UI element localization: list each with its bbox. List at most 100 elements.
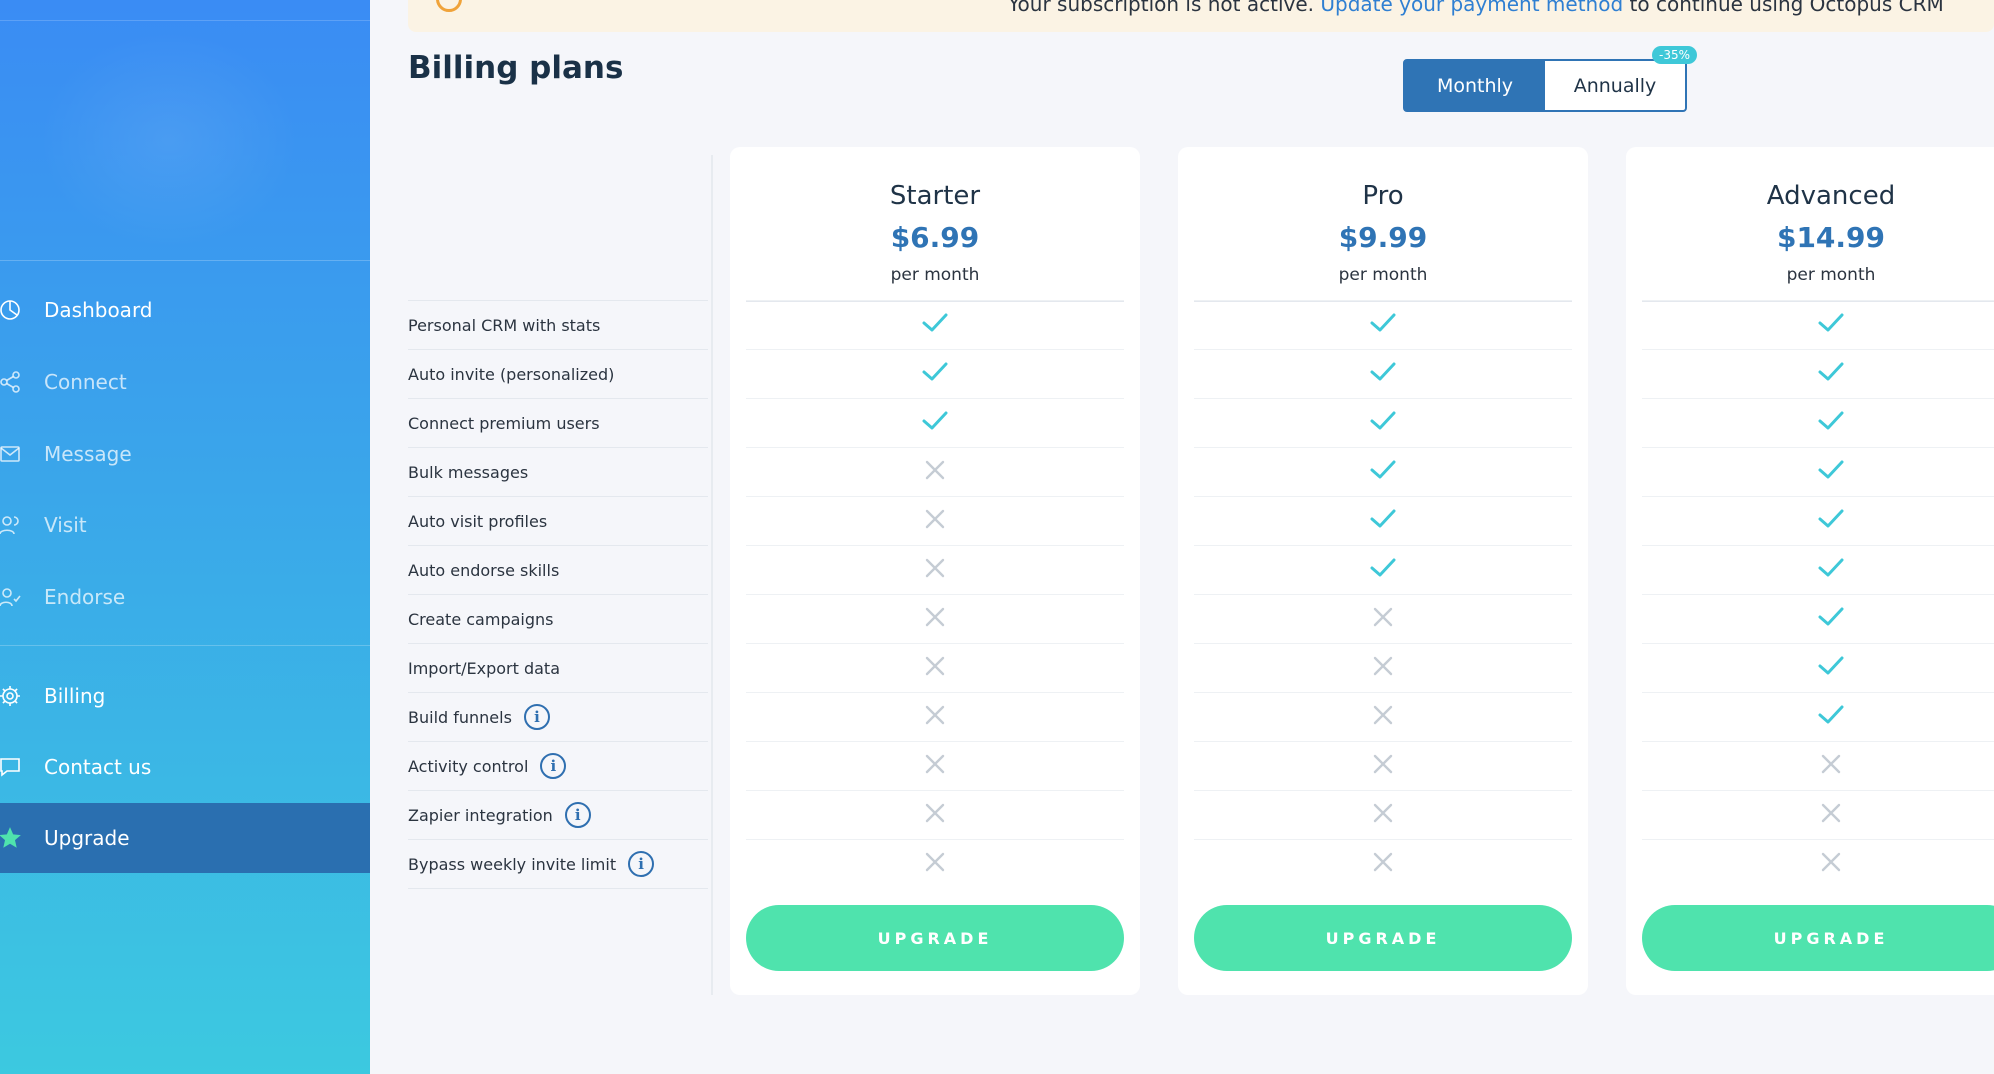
upgrade-button[interactable]: UPGRADE: [1194, 905, 1572, 971]
plan-period: per month: [890, 265, 980, 285]
cross-icon: [924, 753, 946, 779]
pie-chart-icon: [0, 296, 24, 324]
plan-name: Pro: [1362, 181, 1404, 211]
sidebar-item-label: Connect: [44, 370, 127, 394]
cross-icon: [924, 655, 946, 681]
feature-cell: [1194, 447, 1572, 496]
upgrade-button[interactable]: UPGRADE: [1642, 905, 1994, 971]
feature-row: Auto invite (personalized): [408, 349, 708, 398]
feature-label: Personal CRM with stats: [408, 315, 601, 335]
sidebar-item-billing[interactable]: Billing: [0, 661, 370, 731]
plan-period: per month: [1338, 265, 1428, 285]
plan-price: $14.99: [1776, 221, 1886, 254]
cross-icon: [924, 606, 946, 632]
cross-icon: [1372, 802, 1394, 828]
plan-name: Advanced: [1766, 181, 1896, 211]
plan-name: Starter: [889, 181, 981, 211]
check-icon: [1817, 557, 1845, 583]
feature-cell: [1194, 790, 1572, 839]
monthly-option[interactable]: Monthly: [1405, 61, 1545, 110]
check-icon: [1817, 704, 1845, 730]
cross-icon: [1372, 606, 1394, 632]
info-icon[interactable]: i: [523, 704, 550, 730]
feature-cell: [1642, 545, 1994, 594]
sidebar-item-label: Message: [44, 442, 132, 466]
gear-icon: [0, 682, 24, 710]
cross-icon: [1372, 704, 1394, 730]
feature-cell: [1642, 447, 1994, 496]
cross-icon: [1372, 655, 1394, 681]
feature-cell: [1642, 643, 1994, 692]
cross-icon: [924, 557, 946, 583]
check-icon: [1369, 312, 1397, 338]
check-icon: [1369, 361, 1397, 387]
feature-cell: [1642, 741, 1994, 790]
feature-cell: [1194, 594, 1572, 643]
info-icon[interactable]: i: [540, 753, 567, 779]
check-icon: [1369, 410, 1397, 436]
plan-card-pro: Pro $9.99 per month UPGRADE: [1178, 147, 1588, 995]
warning-icon: [436, 0, 462, 12]
sidebar-item-visit[interactable]: Visit: [0, 490, 370, 560]
feature-cell: [1194, 496, 1572, 545]
plan-card-starter: Starter $6.99 per month UPGRADE: [730, 147, 1140, 995]
check-icon: [1369, 508, 1397, 534]
feature-label: Import/Export data: [408, 658, 560, 678]
feature-label: Auto endorse skills: [408, 560, 560, 580]
upgrade-button[interactable]: UPGRADE: [746, 905, 1124, 971]
cross-icon: [924, 459, 946, 485]
feature-row: Build funnels i: [408, 692, 708, 741]
feature-label: Zapier integration: [408, 805, 553, 825]
banner-text-after: to continue using Octopus CRM: [1629, 0, 1944, 16]
sidebar-item-label: Visit: [44, 513, 87, 537]
sidebar-item-endorse[interactable]: Endorse: [0, 562, 370, 632]
check-icon: [1817, 312, 1845, 338]
feature-cell: [1642, 692, 1994, 741]
discount-badge: -35%: [1652, 46, 1698, 64]
sidebar-item-upgrade[interactable]: Upgrade: [0, 803, 370, 873]
feature-cell: [746, 643, 1124, 692]
cross-icon: [1820, 851, 1842, 877]
envelope-icon: [0, 440, 24, 468]
plan-price: $9.99: [1338, 221, 1428, 254]
cross-icon: [1372, 851, 1394, 877]
annually-option[interactable]: Annually: [1545, 61, 1685, 110]
check-icon: [921, 361, 949, 387]
check-icon: [1817, 508, 1845, 534]
sidebar-item-contact-us[interactable]: Contact us: [0, 732, 370, 802]
feature-label: Connect premium users: [408, 413, 600, 433]
plan-price: $6.99: [890, 221, 980, 254]
banner-text: Your subscription is not active.: [1008, 0, 1314, 16]
cross-icon: [1820, 753, 1842, 779]
feature-cell: [746, 349, 1124, 398]
sidebar-item-label: Contact us: [44, 755, 152, 779]
cross-icon: [924, 508, 946, 534]
info-icon[interactable]: i: [628, 851, 655, 877]
sidebar-item-dashboard[interactable]: Dashboard: [0, 275, 370, 345]
feature-cell: [1642, 594, 1994, 643]
update-payment-link[interactable]: Update your payment method: [1320, 0, 1623, 16]
feature-cell: [1194, 692, 1572, 741]
check-icon: [921, 312, 949, 338]
check-icon: [1369, 557, 1397, 583]
sidebar-item-label: Upgrade: [44, 826, 130, 850]
sidebar-item-connect[interactable]: Connect: [0, 347, 370, 417]
feature-cell: [746, 398, 1124, 447]
page-title: Billing plans: [408, 50, 624, 86]
info-icon[interactable]: i: [564, 802, 591, 828]
feature-cell: [1642, 839, 1994, 888]
sidebar-avatar-area: [38, 30, 300, 250]
feature-cell: [1642, 349, 1994, 398]
check-icon: [1817, 361, 1845, 387]
sidebar-divider: [0, 645, 370, 646]
feature-row: Import/Export data: [408, 643, 708, 692]
billing-period-toggle: Monthly Annually: [1403, 59, 1687, 112]
feature-label: Bulk messages: [408, 462, 529, 482]
feature-cell: [1194, 839, 1572, 888]
feature-cell: [1194, 643, 1572, 692]
feature-cell: [746, 790, 1124, 839]
feature-row: Bypass weekly invite limit i: [408, 839, 708, 888]
feature-list-bottom-line: [408, 888, 708, 889]
user-check-icon: [0, 583, 24, 611]
sidebar-item-message[interactable]: Message: [0, 419, 370, 489]
